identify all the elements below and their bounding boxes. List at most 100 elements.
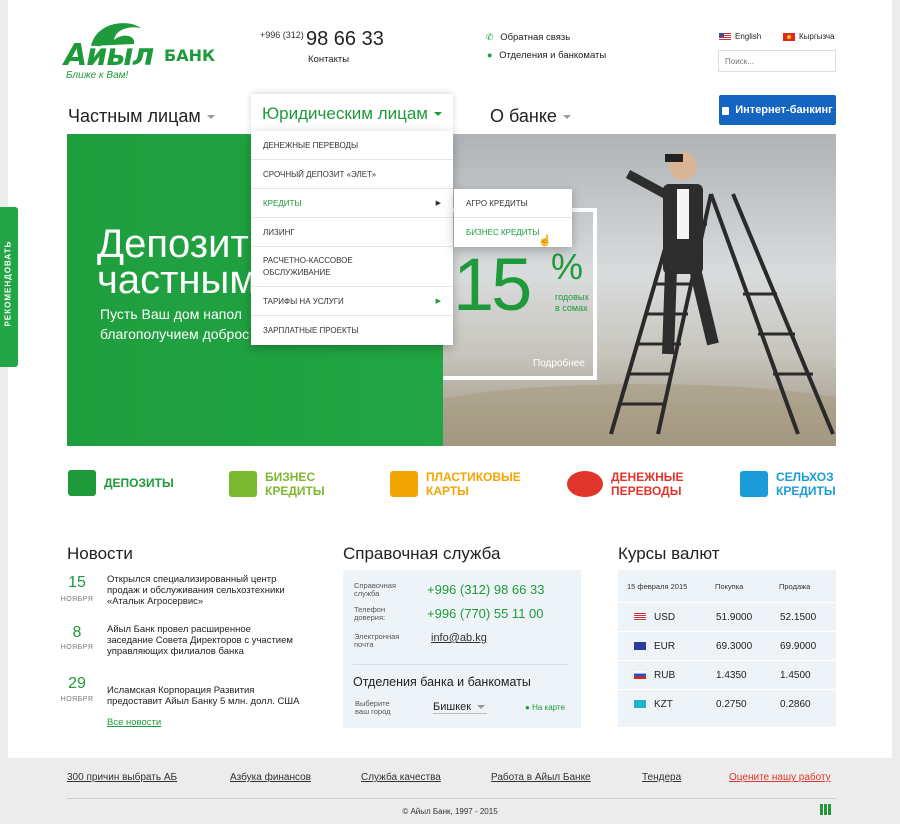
developer-logo-icon[interactable] [820,804,831,815]
slogan: Ближе к Вам! [66,70,129,81]
rate-buy: 69.3000 [716,640,753,652]
submenu-business-credits[interactable]: БИЗНЕС КРЕДИТЫ [454,218,572,247]
menu-item-label: КРЕДИТЫ [263,198,302,208]
menu-item-transfers[interactable]: ДЕНЕЖНЫЕ ПЕРЕВОДЫ [251,131,453,160]
lock-icon [722,107,730,115]
nav-private[interactable]: Частным лицам [68,106,215,127]
branches-title: Отделения банка и банкоматы [353,675,531,689]
map-link[interactable]: ● На карте [525,703,565,712]
footer-link-careers[interactable]: Работа в Айыл Банке [491,772,591,783]
rate-value: 15 [453,243,532,326]
category-agro-credits[interactable]: СЕЛЬХОЗ КРЕДИТЫ [740,470,836,498]
credit-card-icon [390,471,418,497]
copyright: © Айыл Банк, 1997 - 2015 [402,807,498,816]
logo[interactable]: Айыл БАНК Ближе к Вам! [64,18,215,81]
rate-sell: 1.4500 [780,669,811,681]
menu-item-tariffs[interactable]: ТАРИФЫ НА УСЛУГИ ▶ [251,287,453,316]
phone-number[interactable]: 98 66 33 [306,28,384,51]
nav-about[interactable]: О банке [490,106,571,127]
currency-code: EUR [654,640,676,652]
help-service-phone[interactable]: +996 (312) 98 66 33 [427,582,544,597]
footer-link-rate-us[interactable]: Оцените нашу работу [729,772,831,783]
rates-title: Курсы валют [618,544,720,563]
feedback-link[interactable]: ✆ Обратная связь [486,32,570,43]
category-transfers[interactable]: ДЕНЕЖНЫЕ ПЕРЕВОДЫ [567,470,684,498]
rate-sell: 0.2860 [780,698,811,710]
menu-item-cash-services[interactable]: РАСЧЕТНО-КАССОВОЕ ОБСЛУЖИВАНИЕ [251,247,453,287]
news-day: 15 [68,574,86,591]
chevron-right-icon: ▶ [435,298,441,305]
news-day: 8 [72,624,82,641]
rate-percent: % [551,246,584,287]
submenu-label: БИЗНЕС КРЕДИТЫ [466,228,540,237]
location-pin-icon: ● [525,703,530,712]
news-title: Новости [67,544,133,563]
lang-english-label: English [735,32,762,41]
search-input[interactable] [718,50,836,72]
safe-icon [68,470,96,496]
nav-corporate-label: Юридическим лицам [262,104,428,123]
rate-row-usd: USD 51.9000 52.1500 [618,602,836,631]
branches-link[interactable]: ● Отделения и банкоматы [487,50,606,61]
footer-link-quality[interactable]: Служба качества [361,772,441,783]
chevron-down-icon [477,705,486,710]
all-news-link[interactable]: Все новости [107,717,161,728]
category-label: СЕЛЬХОЗ КРЕДИТЫ [776,470,836,498]
city-label: Выберите ваш город [355,699,391,716]
footer-divider [67,798,836,799]
internet-banking-label: Интернет-банкинг [735,104,833,116]
menu-item-credits[interactable]: КРЕДИТЫ ▶ [251,189,453,218]
menu-item-label: ОБСЛУЖИВАНИЕ [263,268,331,277]
chevron-down-icon [562,115,571,120]
city-select[interactable]: Бишкек [433,701,487,714]
tractor-icon [740,471,768,497]
briefcase-icon [229,471,257,497]
rate-buy: 1.4350 [716,669,747,681]
lang-english[interactable]: English [719,32,761,41]
category-business-credits[interactable]: БИЗНЕС КРЕДИТЫ [229,470,325,498]
map-link-label: На карте [532,703,565,712]
help-email-link[interactable]: info@ab.kg [431,632,487,644]
contacts-link[interactable]: Контакты [308,54,349,65]
ru-flag-icon [634,671,646,679]
chevron-down-icon [434,112,442,116]
news-month: НОЯБРЯ [60,596,94,603]
logo-text: Айыл [64,38,154,73]
category-cards[interactable]: ПЛАСТИКОВЫЕ КАРТЫ [390,470,521,498]
news-item[interactable]: 8 НОЯБРЯ Айыл Банк провел расширенное зас… [57,624,307,664]
news-item[interactable]: 15 НОЯБРЯ Открылся специализированный це… [57,574,307,614]
category-deposits[interactable]: ДЕПОЗИТЫ [68,470,174,496]
internet-banking-button[interactable]: Интернет-банкинг [719,95,836,125]
nav-corporate[interactable]: Юридическим лицам [251,94,453,134]
menu-item-deposit-elet[interactable]: СРОЧНЫЙ ДЕПОЗИТ «ЭЛЕТ» [251,160,453,189]
menu-item-leasing[interactable]: ЛИЗИНГ [251,218,453,247]
category-label: ПЛАСТИКОВЫЕ КАРТЫ [426,470,521,498]
chevron-down-icon [206,115,215,120]
news-text: Открылся специализированный центр продаж … [107,574,285,607]
rates-sell-header: Продажа [779,581,811,591]
recommend-tab[interactable]: РЕКОМЕНДОВАТЬ [0,207,18,367]
menu-item-salary[interactable]: ЗАРПЛАТНЫЕ ПРОЕКТЫ [251,316,453,345]
menu-item-label: ЛИЗИНГ [263,227,295,237]
money-transfer-icon [567,471,603,497]
phone-code: +996 (312) [260,30,304,40]
nav-about-label: О банке [490,106,557,126]
more-link[interactable]: Подробнее [533,358,585,369]
rate-row-eur: EUR 69.3000 69.9000 [618,631,836,660]
us-flag-icon [634,613,646,621]
footer-link-300-reasons[interactable]: 300 причин выбрать АБ [67,772,177,783]
menu-item-label: ЗАРПЛАТНЫЕ ПРОЕКТЫ [263,326,359,335]
currency-code: RUB [654,669,676,681]
kz-flag-icon [634,700,646,708]
footer-link-tenders[interactable]: Тендера [642,772,681,783]
feedback-label: Обратная связь [500,32,571,43]
rates-date: 15 февраля 2015 [627,581,688,591]
submenu-agro-credits[interactable]: АГРО КРЕДИТЫ [454,189,572,218]
lang-kyrgyz-label: Кыргызча [799,32,835,41]
help-title: Справочная служба [343,544,501,563]
help-divider [353,664,568,665]
help-trust-phone[interactable]: +996 (770) 55 11 00 [427,606,544,621]
news-item[interactable]: 29 НОЯБРЯ Исламская Корпорация Развития п… [57,675,307,707]
footer-link-finance-abc[interactable]: Азбука финансов [230,772,311,783]
lang-kyrgyz[interactable]: Кыргызча [783,32,835,41]
